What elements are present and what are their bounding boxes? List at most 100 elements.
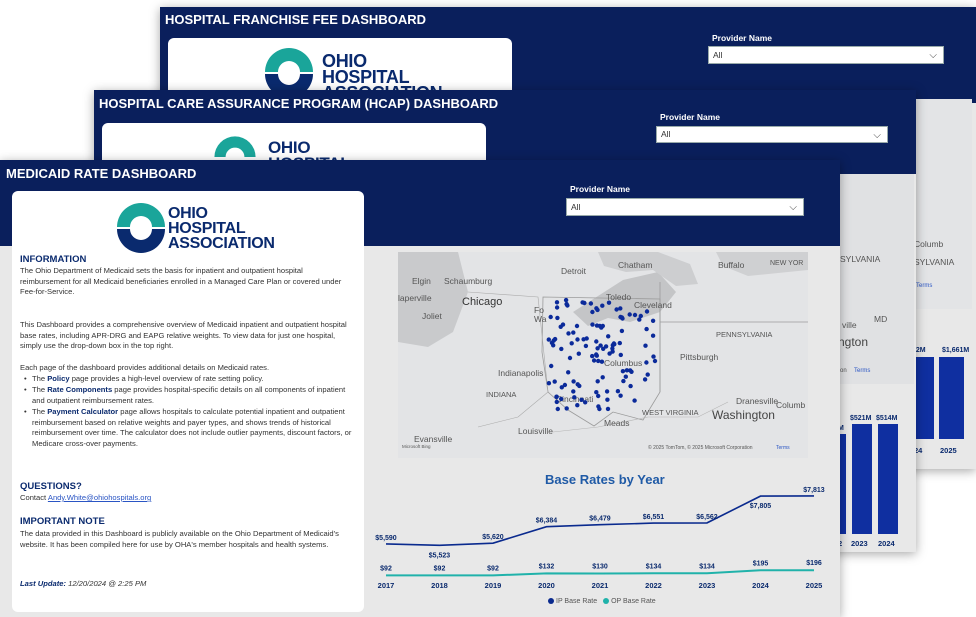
- hospital-marker[interactable]: [555, 406, 560, 412]
- hospital-marker[interactable]: [645, 372, 650, 377]
- hospital-marker[interactable]: [564, 301, 569, 307]
- hospital-marker[interactable]: [572, 395, 577, 400]
- hospital-marker[interactable]: [554, 300, 560, 305]
- hospital-marker[interactable]: [621, 378, 626, 384]
- hospital-marker[interactable]: [555, 315, 560, 321]
- hospital-marker[interactable]: [596, 393, 601, 399]
- hospital-marker[interactable]: [583, 343, 589, 349]
- hospital-marker[interactable]: [575, 337, 580, 342]
- hospital-marker[interactable]: [582, 300, 587, 306]
- hospital-marker[interactable]: [590, 353, 595, 359]
- hospital-marker[interactable]: [590, 309, 595, 315]
- hospital-marker[interactable]: [615, 389, 621, 394]
- hospital-marker[interactable]: [594, 339, 599, 344]
- hospital-marker[interactable]: [588, 301, 594, 306]
- hospital-marker[interactable]: [614, 307, 619, 312]
- hospital-marker[interactable]: [579, 397, 584, 402]
- hospital-marker[interactable]: [548, 314, 553, 320]
- hospital-marker[interactable]: [583, 400, 588, 405]
- hospital-marker[interactable]: [627, 312, 632, 317]
- hospital-marker[interactable]: [601, 346, 606, 351]
- hospital-marker[interactable]: [575, 403, 580, 408]
- x-tick-label: 2022: [645, 581, 662, 590]
- hospital-marker[interactable]: [549, 340, 555, 345]
- hospital-marker[interactable]: [559, 396, 564, 402]
- hospital-marker[interactable]: [606, 300, 612, 305]
- hospital-marker[interactable]: [552, 379, 557, 384]
- hospital-marker[interactable]: [618, 393, 623, 398]
- hospital-marker[interactable]: [554, 394, 559, 400]
- hospital-marker[interactable]: [611, 341, 617, 346]
- hospital-marker[interactable]: [590, 322, 595, 327]
- hospital-marker[interactable]: [600, 375, 605, 380]
- hospital-marker[interactable]: [604, 389, 610, 394]
- hospital-marker[interactable]: [610, 349, 615, 354]
- hospital-marker[interactable]: [566, 331, 571, 336]
- hospital-marker[interactable]: [623, 374, 628, 379]
- provider-name-select[interactable]: All ⌵: [708, 46, 944, 64]
- hospital-marker[interactable]: [619, 328, 625, 334]
- bar-label: $521M: [850, 415, 872, 422]
- provider-name-select[interactable]: All ⌵: [566, 198, 804, 216]
- hospital-marker[interactable]: [628, 383, 633, 389]
- hospital-marker[interactable]: [644, 360, 649, 365]
- hospital-marker[interactable]: [617, 340, 622, 346]
- hospital-marker[interactable]: [576, 351, 581, 356]
- x-tick-label: 2020: [538, 581, 555, 590]
- hospital-marker[interactable]: [566, 370, 571, 375]
- hospital-marker[interactable]: [560, 322, 566, 327]
- hospital-marker[interactable]: [567, 355, 573, 361]
- hospital-marker[interactable]: [595, 379, 600, 384]
- hospital-marker[interactable]: [571, 330, 576, 335]
- hospital-marker[interactable]: [563, 297, 569, 303]
- provider-name-select[interactable]: All ⌵: [656, 126, 888, 143]
- hospital-marker[interactable]: [620, 316, 625, 321]
- hospital-marker[interactable]: [554, 305, 560, 310]
- hospital-marker[interactable]: [644, 326, 649, 332]
- legend-item-op[interactable]: OP Base Rate: [603, 598, 656, 605]
- hospital-marker[interactable]: [546, 337, 551, 342]
- hospital-marker[interactable]: [594, 306, 599, 311]
- hospital-marker[interactable]: [605, 406, 611, 412]
- hospital-marker[interactable]: [606, 334, 611, 339]
- hospital-marker[interactable]: [624, 368, 630, 373]
- legend-item-ip[interactable]: IP Base Rate: [548, 598, 597, 605]
- hospital-marker[interactable]: [650, 318, 656, 323]
- map-terms-link[interactable]: Terms: [916, 283, 932, 289]
- hospital-marker[interactable]: [594, 352, 599, 357]
- hospital-marker[interactable]: [644, 309, 650, 314]
- hospital-marker[interactable]: [652, 358, 658, 364]
- hospital-marker[interactable]: [591, 358, 597, 363]
- hospital-marker[interactable]: [564, 406, 569, 411]
- hospital-marker[interactable]: [549, 363, 554, 369]
- contact-email-link[interactable]: Andy.White@ohiohospitals.org: [48, 493, 151, 502]
- hospital-marker[interactable]: [554, 399, 559, 405]
- hospital-marker[interactable]: [596, 358, 601, 364]
- hospital-marker[interactable]: [575, 382, 580, 387]
- hospital-marker[interactable]: [569, 341, 574, 346]
- hospital-marker[interactable]: [651, 354, 656, 359]
- hospital-marker[interactable]: [618, 306, 623, 311]
- hospital-marker[interactable]: [546, 381, 552, 386]
- hospital-marker[interactable]: [642, 377, 648, 382]
- hospital-marker[interactable]: [605, 397, 610, 402]
- hospital-marker[interactable]: [597, 406, 602, 412]
- hospital-marker[interactable]: [599, 359, 605, 364]
- hospital-marker[interactable]: [650, 333, 656, 338]
- map-terms-link[interactable]: Terms: [854, 368, 870, 374]
- hospital-marker[interactable]: [599, 325, 604, 330]
- hospital-marker[interactable]: [632, 312, 638, 318]
- hospital-marker[interactable]: [600, 303, 605, 308]
- hospital-marker[interactable]: [574, 323, 580, 329]
- hospital-marker[interactable]: [571, 379, 576, 384]
- hospital-marker[interactable]: [581, 337, 586, 342]
- hospital-marker[interactable]: [620, 369, 626, 374]
- hospital-marker[interactable]: [571, 389, 576, 394]
- hospital-marker[interactable]: [559, 385, 564, 390]
- hospital-marker[interactable]: [618, 352, 623, 358]
- hospital-marker[interactable]: [643, 343, 648, 348]
- hospital-marker[interactable]: [637, 317, 642, 322]
- hospital-marker[interactable]: [594, 390, 599, 395]
- hospital-marker[interactable]: [632, 398, 637, 403]
- hospital-marker[interactable]: [559, 346, 564, 352]
